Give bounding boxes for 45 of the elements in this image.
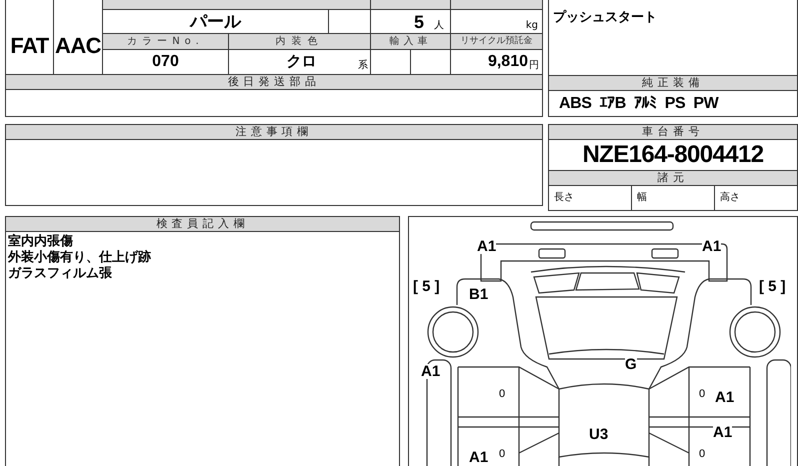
inspector-label: 検査員記入欄: [6, 217, 399, 232]
equipment-item: PW: [693, 94, 718, 114]
damage-code: [ 5 ]: [759, 279, 786, 294]
interior-color-value: クロ: [286, 52, 318, 72]
damage-code: A1: [702, 239, 722, 254]
later-parts-label: 後日発送部品: [6, 74, 542, 90]
inspector-note-line: 室内内張傷: [8, 234, 74, 250]
caution-label: 注意事項欄: [6, 125, 542, 140]
damage-code: U3: [589, 427, 608, 442]
damage-code: 0: [499, 449, 506, 460]
interior-color-label: 内装色: [229, 34, 371, 49]
equipment-item: ABS: [559, 94, 592, 114]
inspector-note-line: 外装小傷有り、仕上げ跡: [8, 250, 152, 266]
equipment-item: ｱﾙﾐ: [634, 94, 657, 114]
spec-cell: 幅: [632, 186, 715, 210]
equipment-item: ｴｱB: [600, 94, 626, 114]
damage-code: A1: [477, 239, 496, 254]
damage-code: B1: [469, 287, 488, 302]
damage-code: 0: [699, 389, 706, 400]
spec-cell-text: 高さ: [719, 190, 741, 205]
damage-code: A1: [715, 390, 734, 405]
spec-cell: 長さ: [549, 186, 632, 210]
damage-code: A1: [421, 364, 440, 379]
damage-code: A1: [713, 425, 732, 440]
equipment-item: PS: [664, 94, 686, 114]
chassis-number-label: 車台番号: [549, 125, 797, 140]
damage-code: 0: [699, 449, 706, 460]
recycle-fee-value: 9,810: [488, 52, 528, 72]
max-load-unit: kg: [526, 19, 538, 33]
damage-code: A1: [469, 450, 488, 465]
interior-color-suffix: 系: [358, 58, 369, 73]
color-no-label: カラーNo.: [103, 34, 229, 49]
recycle-fee-unit: 円: [529, 59, 539, 73]
specs-label: 諸元: [549, 171, 797, 186]
capacity-value: 5: [414, 11, 424, 33]
inspector-note-line: ガラスフィルム張: [8, 266, 113, 282]
damage-code: 0: [499, 389, 506, 400]
damage-code: [ 5 ]: [413, 279, 440, 294]
damage-code: G: [625, 357, 637, 372]
capacity-unit: 人: [434, 19, 444, 33]
import-label: 輸入車: [371, 34, 451, 49]
recycle-fee-label: リサイクル預託金: [460, 34, 534, 48]
note-line: プッシュスタート: [553, 9, 658, 27]
exterior-color-value: パール: [103, 10, 329, 33]
equipment-label: 純正装備: [549, 75, 797, 91]
